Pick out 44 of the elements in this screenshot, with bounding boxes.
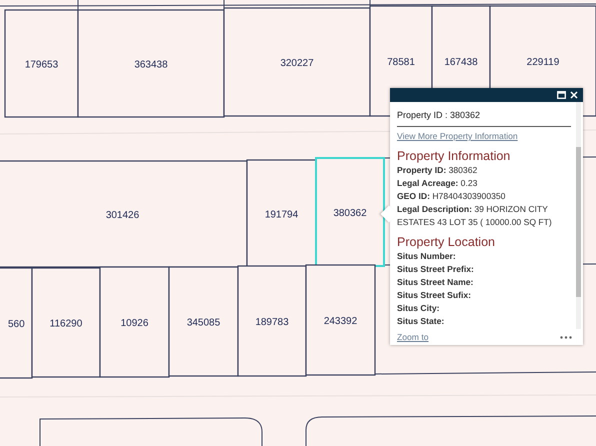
parcel-label: 380362 (333, 208, 367, 219)
field-text: Situs Street Name: (397, 276, 474, 289)
parcel-label: 229119 (526, 57, 560, 68)
field-text: Legal Acreage: 0.23 (397, 177, 478, 190)
parcel-label: 301426 (106, 210, 140, 221)
parcel-label: 167438 (444, 57, 478, 68)
parcel-label: 191794 (264, 210, 298, 220)
parcel-label: 320227 (280, 58, 314, 69)
parcel[interactable] (223, 7, 371, 117)
more-icon[interactable] (560, 336, 572, 338)
parcel-label: 345085 (186, 318, 220, 328)
parcel-label: 560 (8, 319, 25, 330)
field-text: GEO ID: H78404303900350 (397, 190, 506, 203)
field-text: Legal Description: 39 HORIZON CITY ESTATES 43 LOT 35 ( 10000.00 SQ FT) (397, 203, 553, 229)
zoom-to-link[interactable]: Zoom to (397, 332, 429, 342)
parcel[interactable] (305, 264, 376, 376)
view-more-link[interactable]: View More Property Information (397, 131, 518, 141)
field-text: Situs State: (397, 315, 446, 328)
parcel-label: 116290 (50, 318, 82, 330)
parcel[interactable] (237, 265, 307, 377)
parcel[interactable] (246, 159, 317, 268)
parcel-label: 363438 (134, 60, 168, 70)
parcel[interactable] (99, 266, 170, 378)
parcel[interactable] (77, 9, 225, 118)
section-heading: Property Information (397, 149, 512, 164)
field-text: Situs Street Prefix: (397, 263, 475, 276)
close-icon[interactable] (570, 91, 578, 99)
maximize-icon[interactable] (557, 91, 566, 99)
field-text: Situs Street Sufix: (397, 289, 472, 302)
parcel-label: 189783 (255, 317, 289, 328)
parcel[interactable] (0, 267, 33, 379)
field-text: Situs City: (397, 302, 440, 315)
parcel-label: 243392 (324, 316, 358, 327)
popup-title: Property ID : 380362 (397, 109, 482, 122)
field-text: Property ID: 380362 (397, 164, 478, 177)
parcel[interactable] (168, 266, 239, 377)
parcel-label: 78581 (387, 57, 415, 68)
parcel[interactable] (4, 9, 79, 118)
scrollbar-thumb[interactable] (576, 147, 581, 297)
parcel-label: 10926 (120, 318, 148, 329)
parcel[interactable] (0, 160, 248, 268)
section-heading: Property Location (397, 235, 496, 250)
field-text: Situs Number: (397, 250, 457, 263)
parcel-label: 179653 (24, 60, 58, 70)
